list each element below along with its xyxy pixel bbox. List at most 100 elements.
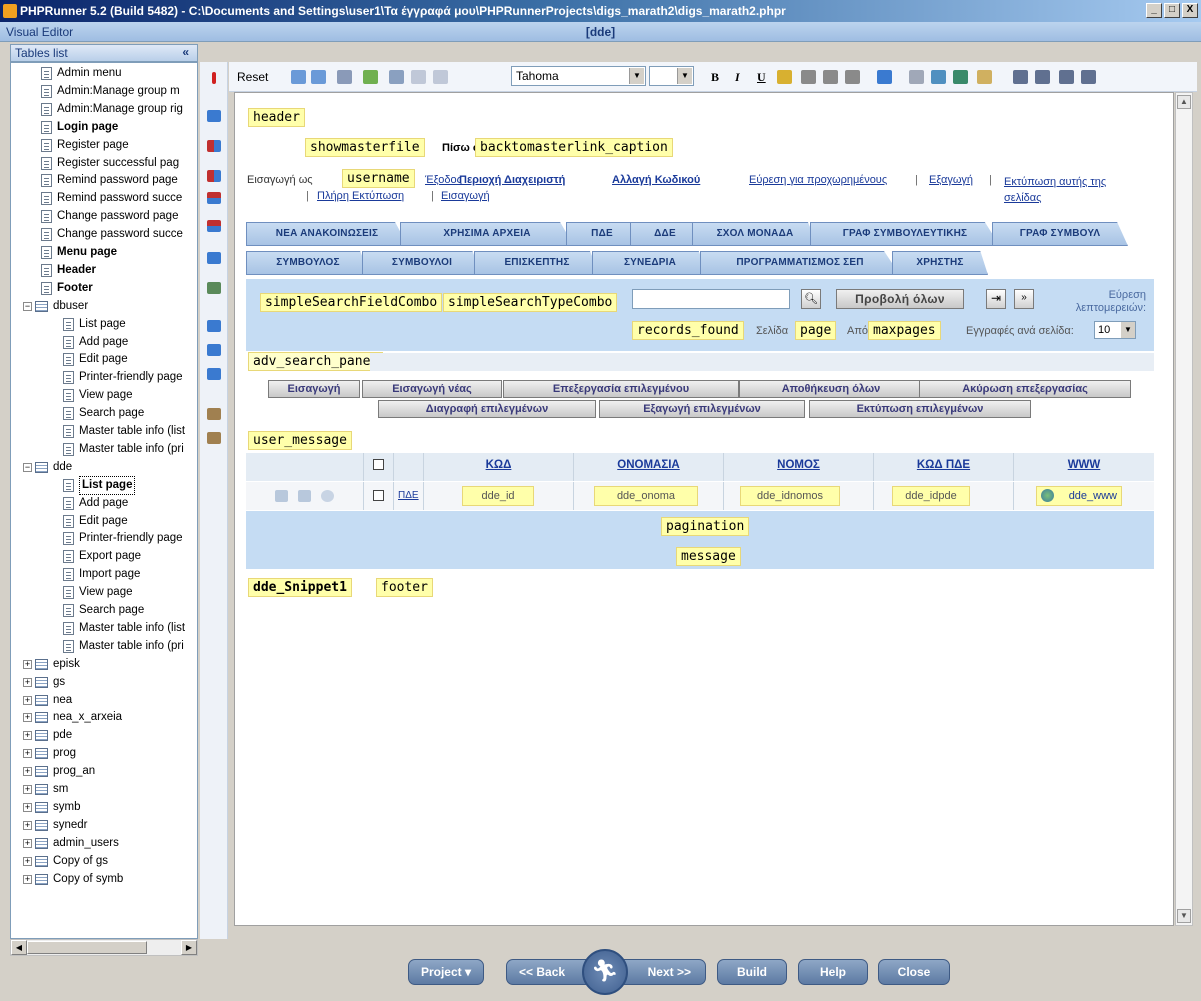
tree-item[interactable]: Edit page [63,513,128,530]
filter-toggle-icon[interactable]: ⇥ [986,289,1006,309]
tree-item[interactable]: + gs [23,674,65,691]
expand-icon[interactable]: + [23,677,32,687]
add-icon[interactable] [363,70,378,84]
admin-area-link[interactable]: Περιοχή Διαχειριστή [459,174,565,186]
tree-item[interactable]: Footer [41,280,93,297]
tree-item[interactable]: Register page [41,137,129,154]
search-field-combo-block[interactable]: simpleSearchFieldCombo [260,293,443,312]
align-left-icon[interactable] [801,70,816,84]
action-button[interactable]: Εισαγωγή νέας [362,380,502,398]
grid-header-kod[interactable]: ΚΩΔ [424,453,574,481]
canvas-vertical-scrollbar[interactable]: ▲ ▼ [1175,92,1193,926]
tree-item[interactable]: View page [63,584,133,601]
link-icon[interactable] [953,70,968,84]
search-type-combo-block[interactable]: simpleSearchTypeCombo [443,293,618,312]
view-row-icon[interactable] [321,490,334,502]
tree-item[interactable]: + pde [23,727,72,744]
dde-onoma-field[interactable]: dde_onoma [594,486,698,506]
tree-item[interactable]: Change password page [41,208,178,225]
import-link[interactable]: Εισαγωγή [441,190,490,202]
preview-icon[interactable] [311,70,326,84]
user-message-block[interactable]: user_message [248,431,352,450]
grid-header-nomos[interactable]: ΝΟΜΟΣ [724,453,874,481]
dde-id-field[interactable]: dde_id [462,486,534,506]
records-found-block[interactable]: records_found [632,321,744,340]
scroll-left-icon[interactable]: ◀ [11,940,27,955]
maximize-button[interactable]: □ [1164,3,1180,18]
table-insert-icon[interactable] [207,110,221,122]
tree-item[interactable]: Master table info (pri [63,638,184,655]
pagination-block[interactable]: pagination [661,517,750,536]
nav-tab[interactable]: ΧΡΗΣΤΗΣ [892,251,988,275]
reset-button[interactable]: Reset [237,70,268,84]
expand-icon[interactable]: + [23,802,32,812]
split-cells-icon[interactable] [207,282,221,294]
nav-tab[interactable]: ΝΕΑ ΑΝΑΚΟΙΝΩΣΕΙΣ [246,222,408,246]
grid-header-kod-pde[interactable]: ΚΩΔ ΠΔΕ [874,453,1014,481]
nav-tab[interactable]: ΓΡΑΦ ΣΥΜΒΟΥΛ [992,222,1128,246]
font-size-select[interactable] [649,66,694,86]
tree-item[interactable]: Master table info (list [63,423,185,440]
edit-icon[interactable] [337,70,352,84]
action-button[interactable]: Ακύρωση επεξεργασίας [919,380,1131,398]
copy-row-icon[interactable] [298,490,311,502]
highlight-icon[interactable] [777,70,792,84]
tree-item[interactable]: + sm [23,781,68,798]
action-button[interactable]: Εξαγωγή επιλεγμένων [599,400,805,418]
export-link[interactable]: Εξαγωγή [929,174,973,186]
build-runner-icon[interactable]: 🏃︎ [582,949,628,995]
tree-item[interactable]: − dde [23,459,72,476]
tree-icon[interactable] [389,70,404,84]
maxpages-block[interactable]: maxpages [868,321,941,340]
collapse-icon[interactable]: − [23,301,32,311]
grid-header-www[interactable]: WWW [1014,453,1154,481]
search-input[interactable] [632,289,790,309]
expand-icon[interactable]: + [23,838,32,848]
tree-item[interactable]: List page [63,475,136,495]
dde-www-field[interactable]: dde_www [1036,486,1122,506]
expand-icon[interactable]: + [23,713,32,723]
backtomaster-block[interactable]: backtomasterlink_caption [475,138,673,157]
tree-item[interactable]: + Copy of gs [23,853,108,870]
tree-item[interactable]: Edit page [63,351,128,368]
tree-item[interactable]: Login page [41,119,118,136]
page-block[interactable]: page [795,321,837,340]
grid-header-onomasia[interactable]: ΟΝΟΜΑΣΙΑ [574,453,724,481]
nav-tab[interactable]: ΔΔΕ [630,222,700,246]
underline-button[interactable]: U [757,70,766,85]
insert-row-icon[interactable] [207,140,221,152]
tree-item[interactable]: Add page [63,334,128,351]
bold-button[interactable]: B [711,70,719,85]
select-all-checkbox[interactable] [373,459,384,470]
project-button[interactable]: Project ▾ [408,959,484,985]
expand-icon[interactable]: + [23,856,32,866]
advanced-search-link[interactable]: Εύρεση για προχωρημένους [749,174,887,186]
scroll-up-icon[interactable]: ▲ [1177,95,1191,109]
image-icon[interactable] [931,70,946,84]
tree-item[interactable]: View page [63,387,133,404]
minimize-button[interactable]: _ [1146,3,1162,18]
tools-icon[interactable] [977,70,992,84]
close-button[interactable]: Close [878,959,950,985]
scroll-down-icon[interactable]: ▼ [1177,909,1191,923]
action-button[interactable]: Διαγραφή επιλεγμένων [378,400,596,418]
indent-icon[interactable] [1081,70,1096,84]
help-button[interactable]: Help [798,959,868,985]
merge-cells-icon[interactable] [207,252,221,264]
action-button[interactable]: Επεξεργασία επιλεγμένου [503,380,739,398]
nav-tab[interactable]: ΠΔΕ [566,222,638,246]
footer-block[interactable]: footer [376,578,433,597]
grid-lines-icon[interactable] [909,70,924,84]
tree-item[interactable]: + admin_users [23,835,119,852]
tree-item[interactable]: Export page [63,548,141,565]
tree-item[interactable]: Admin:Manage group rig [41,101,183,118]
action-button[interactable]: Αποθήκευση όλων [739,380,923,398]
undo-icon[interactable] [411,70,426,84]
tree-item[interactable]: List page [63,316,126,333]
tree-item[interactable]: Remind password succe [41,190,182,207]
delete-column-icon[interactable] [207,220,221,232]
adv-search-panel-block[interactable]: adv_search_panel [248,352,384,371]
tree-item[interactable]: + synedr [23,817,88,834]
nav-tab[interactable]: ΣΥΝΕΔΡΙΑ [592,251,708,275]
tree-item[interactable]: Printer-friendly page [63,530,183,547]
